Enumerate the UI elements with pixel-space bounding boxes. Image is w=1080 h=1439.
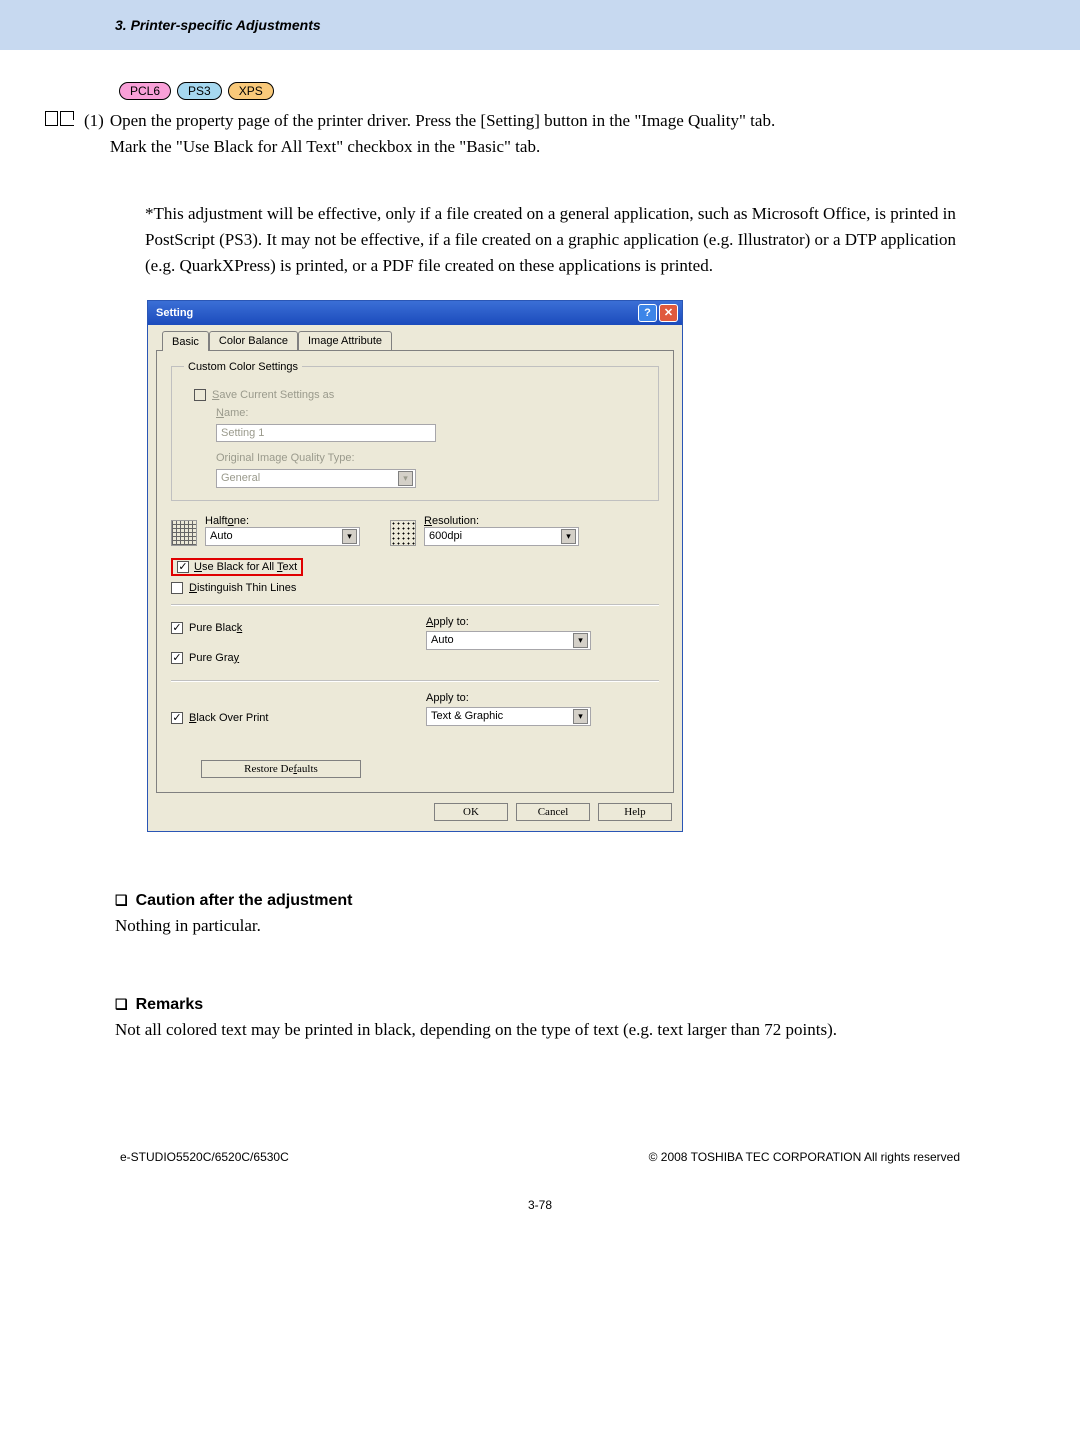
caution-head-text: Caution after the adjustment [136,892,353,910]
pure-gray-label: Pure Gray [189,652,239,664]
distinguish-row: Distinguish Thin Lines [171,582,659,594]
tab-color-balance[interactable]: Color Balance [209,331,298,350]
ok-button[interactable]: OK [434,803,508,821]
halftone-label: Halftone: [205,515,360,527]
halftone-select[interactable]: Auto▾ [205,527,360,546]
halftone-icon [171,520,197,546]
chevron-down-icon: ▾ [342,529,357,544]
note-block: *This adjustment will be effective, only… [145,201,965,280]
help-button[interactable]: Help [598,803,672,821]
remarks-head-text: Remarks [136,996,204,1014]
apply-to-2-select[interactable]: Text & Graphic▾ [426,707,591,726]
help-icon[interactable]: ? [638,304,657,322]
content-area: PCL6 PS3 XPS (1) Open the property page … [0,50,1080,1040]
dialog-titlebar: Setting ? ✕ [148,301,682,325]
chevron-down-icon: ▾ [573,709,588,724]
save-settings-label: Save Current Settings as [212,389,334,401]
apply-to-2-label: Apply to: [426,692,659,704]
orig-type-select[interactable]: General▾ [216,469,416,488]
use-black-highlight: Use Black for All Text [171,558,303,576]
name-field-row: Setting 1 [204,424,646,442]
chevron-down-icon: ▾ [573,633,588,648]
restore-defaults-button[interactable]: Restore Defaults [201,760,361,778]
step-line2: Mark the "Use Black for All Text" checkb… [110,134,965,160]
pill-pcl6: PCL6 [119,82,171,100]
name-label: Name: [216,407,248,419]
setting-dialog: Setting ? ✕ Basic Color Balance Image At… [147,300,683,832]
name-row: Name: [204,407,646,419]
save-settings-checkbox[interactable] [194,389,206,401]
black-overprint-label: Black Over Print [189,712,268,724]
name-input[interactable]: Setting 1 [216,424,436,442]
divider [171,604,659,606]
header-title: 3. Printer-specific Adjustments [115,17,321,33]
apply-to-1-label: Apply to: [426,616,659,628]
toc-icons [45,111,74,126]
footer-right: © 2008 TOSHIBA TEC CORPORATION All right… [649,1150,960,1164]
distinguish-label: Distinguish Thin Lines [189,582,296,594]
divider [171,680,659,682]
step-number: (1) [84,108,104,134]
cancel-button[interactable]: Cancel [516,803,590,821]
save-settings-row: Save Current Settings as [194,389,646,401]
chevron-down-icon: ▾ [561,529,576,544]
black-overprint-checkbox[interactable] [171,712,183,724]
toc-icon-2 [60,111,74,126]
tab-body: Custom Color Settings Save Current Setti… [156,350,674,793]
pill-xps: XPS [228,82,274,100]
tab-image-attribute[interactable]: Image Attribute [298,331,392,350]
ccs-legend: Custom Color Settings [184,361,302,373]
resolution-icon [390,520,416,546]
driver-pill-row: PCL6 PS3 XPS [119,82,965,100]
note-text: This adjustment will be effective, only … [145,204,956,276]
remarks-heading: ❏ Remarks [115,996,965,1014]
toc-icon-1 [45,111,58,126]
custom-color-settings-group: Custom Color Settings Save Current Setti… [171,361,659,501]
note-star: * [145,204,154,223]
chevron-down-icon: ▾ [398,471,413,486]
footer-left: e-STUDIO5520C/6520C/6530C [120,1150,289,1164]
pure-black-row: Pure Black [171,622,396,634]
resolution-label: Resolution: [424,515,579,527]
dialog-button-bar: OK Cancel Help [148,799,682,831]
caution-heading: ❏ Caution after the adjustment [115,892,965,910]
apply-to-1-select[interactable]: Auto▾ [426,631,591,650]
dialog-title: Setting [156,307,193,319]
pure-gray-checkbox[interactable] [171,652,183,664]
square-bullet-icon: ❏ [115,892,128,909]
caution-body: Nothing in particular. [115,916,965,936]
tabstrip: Basic Color Balance Image Attribute [148,325,682,350]
resolution-select[interactable]: 600dpi▾ [424,527,579,546]
pill-ps3: PS3 [177,82,222,100]
pure-gray-row: Pure Gray [171,652,396,664]
close-icon[interactable]: ✕ [659,304,678,322]
tab-basic[interactable]: Basic [162,331,209,351]
square-bullet-icon: ❏ [115,996,128,1013]
page-footer: e-STUDIO5520C/6520C/6530C © 2008 TOSHIBA… [0,1150,1080,1194]
orig-type-label: Original Image Quality Type: [216,452,355,464]
page-header: 3. Printer-specific Adjustments [0,0,1080,50]
orig-label-row: Original Image Quality Type: [204,452,646,464]
pure-black-checkbox[interactable] [171,622,183,634]
use-black-label: Use Black for All Text [194,561,297,573]
step-line1: Open the property page of the printer dr… [110,108,965,134]
black-overprint-row: Black Over Print [171,712,396,724]
pure-black-label: Pure Black [189,622,242,634]
step-1: (1) Open the property page of the printe… [45,108,965,161]
distinguish-checkbox[interactable] [171,582,183,594]
remarks-body: Not all colored text may be printed in b… [115,1020,965,1040]
orig-select-row: General▾ [204,469,646,488]
use-black-row: Use Black for All Text [171,558,659,576]
use-black-checkbox[interactable] [177,561,189,573]
page-number: 3-78 [0,1198,1080,1212]
